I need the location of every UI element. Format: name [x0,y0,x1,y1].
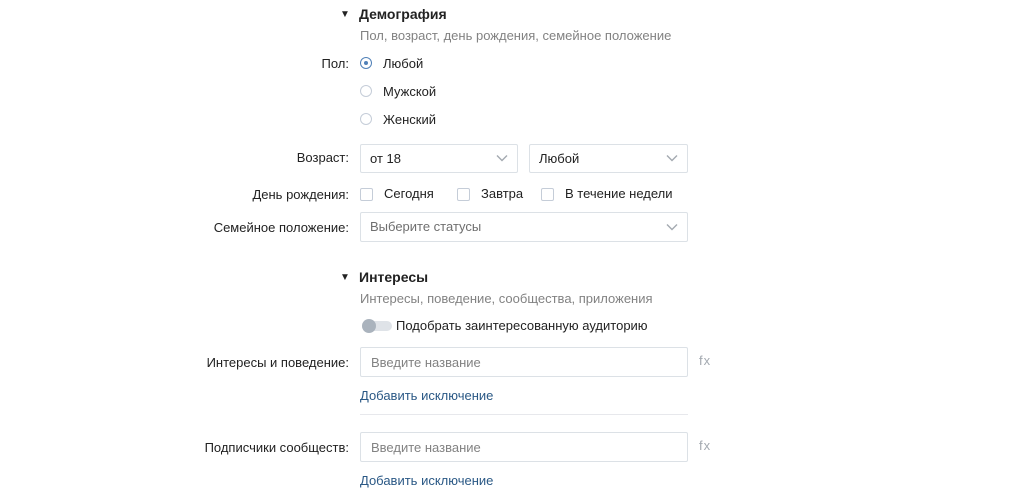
section-title-interests[interactable]: Интересы [359,269,428,285]
birthday-option-label: Завтра [481,186,524,201]
sex-label: Пол: [321,56,350,71]
section-title-demography[interactable]: Демография [359,6,447,22]
sex-option-any[interactable]: Любой [360,56,560,74]
radio-checked-icon[interactable] [360,57,372,69]
chevron-down-icon [496,155,508,162]
radio-icon[interactable] [360,85,372,97]
checkbox-icon[interactable] [457,188,470,201]
toggle-label: Подобрать заинтересованную аудиторию [396,318,648,333]
checkbox-icon[interactable] [541,188,554,201]
toggle-knob [362,319,376,333]
interests-behavior-input[interactable] [360,347,688,377]
collapse-triangle-icon[interactable]: ▼ [340,272,350,283]
birthday-tomorrow-checkbox[interactable]: Завтра [457,186,537,204]
divider [360,414,688,415]
fx-icon[interactable]: fx [699,438,711,453]
interested-audience-toggle[interactable]: Подобрать заинтересованную аудиторию [362,318,662,334]
fx-icon[interactable]: fx [699,353,711,368]
birthday-today-checkbox[interactable]: Сегодня [360,186,450,204]
sex-option-female[interactable]: Женский [360,112,560,130]
birthday-option-label: В течение недели [565,186,673,201]
community-subscribers-label: Подписчики сообществ: [204,440,349,455]
age-from-value: от 18 [370,151,401,166]
sex-option-label: Любой [383,56,424,71]
collapse-triangle-icon[interactable]: ▼ [340,9,350,20]
marital-placeholder: Выберите статусы [370,219,482,234]
birthday-label: День рождения: [252,187,349,202]
sex-option-label: Мужской [383,84,437,99]
marital-label: Семейное положение: [213,220,349,235]
sex-option-label: Женский [383,112,436,127]
sex-option-male[interactable]: Мужской [360,84,560,102]
interests-behavior-label: Интересы и поведение: [206,355,349,370]
section-subtitle-demography: Пол, возраст, день рождения, семейное по… [360,28,672,43]
age-from-select[interactable]: от 18 [360,144,518,173]
section-subtitle-interests: Интересы, поведение, сообщества, приложе… [360,291,653,306]
birthday-option-label: Сегодня [384,186,434,201]
marital-select[interactable]: Выберите статусы [360,212,688,242]
add-exclusion-link[interactable]: Добавить исключение [360,388,493,403]
community-subscribers-input[interactable] [360,432,688,462]
age-label: Возраст: [296,150,349,165]
chevron-down-icon [666,224,678,231]
age-to-value: Любой [539,151,580,166]
chevron-down-icon [666,155,678,162]
add-exclusion-link[interactable]: Добавить исключение [360,473,493,488]
birthday-week-checkbox[interactable]: В течение недели [541,186,691,204]
radio-icon[interactable] [360,113,372,125]
toggle-switch[interactable] [362,319,392,333]
age-to-select[interactable]: Любой [529,144,688,173]
checkbox-icon[interactable] [360,188,373,201]
